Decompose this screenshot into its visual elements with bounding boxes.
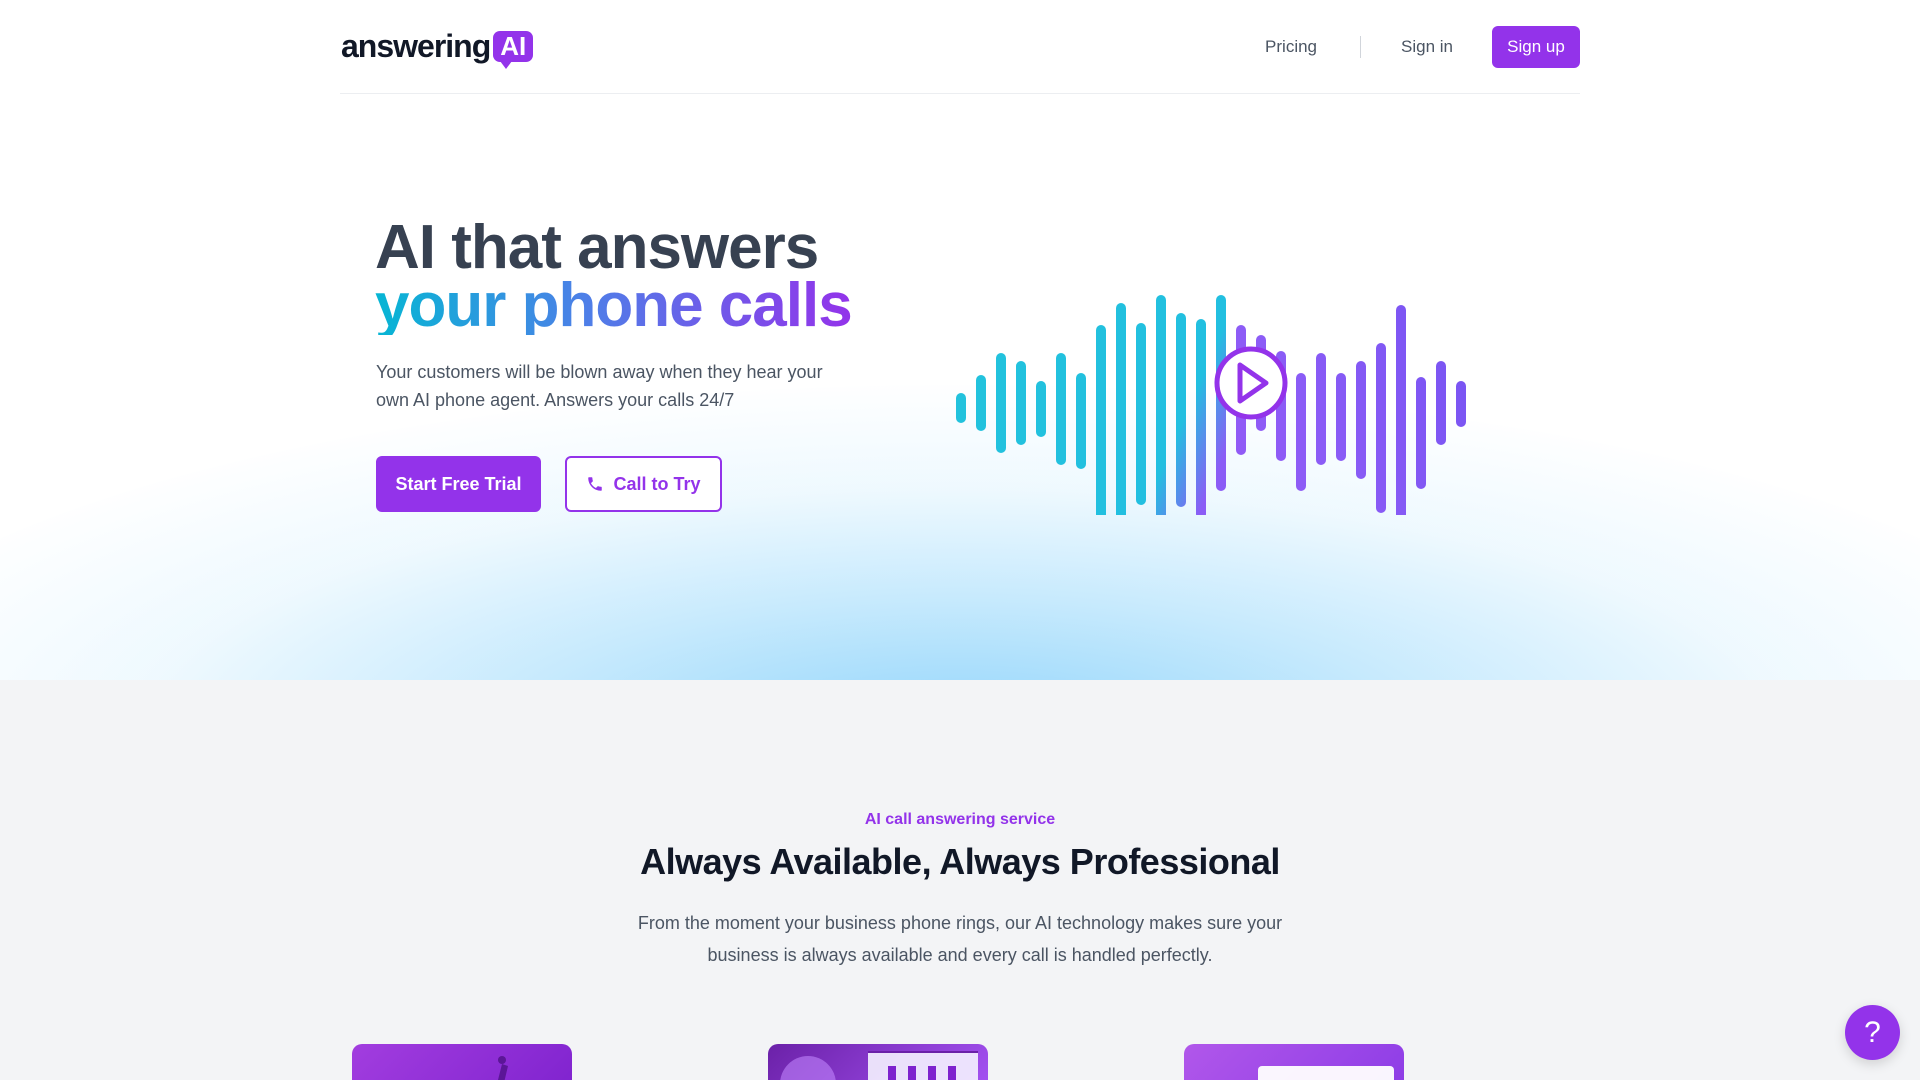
sign-in-link[interactable]: Sign in [1401, 37, 1453, 57]
waveform-bar [1416, 377, 1426, 489]
hero-title-line2: your phone calls [375, 271, 853, 340]
logo-wordmark: answering [341, 28, 491, 64]
call-to-try-label: Call to Try [613, 473, 701, 494]
waveform-bars [956, 295, 1466, 515]
waveform-bar [1396, 305, 1406, 515]
waveform-bar [1036, 381, 1046, 437]
waveform-bar [1336, 373, 1346, 461]
section-eyebrow: AI call answering service [864, 811, 1056, 828]
call-to-try-button[interactable]: Call to Try [565, 456, 722, 512]
card-illustration [1258, 1066, 1394, 1080]
waveform-bar [1456, 381, 1466, 427]
card-illustration [780, 1051, 978, 1080]
play-button[interactable] [1214, 346, 1288, 420]
start-free-trial-button[interactable]: Start Free Trial [376, 456, 541, 512]
waveform-bar [1016, 361, 1026, 445]
waveform-bar [1296, 373, 1306, 491]
hero-title-line1: AI that answers [375, 213, 819, 282]
waveform-bar [1136, 323, 1146, 505]
waveform-bar [1076, 373, 1086, 469]
help-icon: ? [1864, 1015, 1881, 1049]
waveform-bar [1316, 353, 1326, 465]
feature-card-image [352, 1044, 572, 1080]
waveform-bar [1096, 325, 1106, 515]
audio-waveform[interactable] [955, 255, 1555, 515]
waveform-bar [976, 375, 986, 431]
waveform-bar [1376, 343, 1386, 513]
waveform-bar [1436, 361, 1446, 445]
feature-card-image [1184, 1044, 1404, 1080]
hero-title: AI that answers your phone calls [375, 213, 853, 340]
waveform-bar [1156, 295, 1166, 515]
phone-icon [588, 477, 603, 491]
waveform-bar [1196, 319, 1206, 515]
waveform-bar [1356, 361, 1366, 479]
features-section: AI call answering service Always Availab… [0, 680, 1920, 1080]
waveform-bar [1176, 313, 1186, 507]
feature-card-image [768, 1044, 988, 1080]
sign-up-button[interactable]: Sign up [1492, 26, 1580, 68]
section-title: Always Available, Always Professional [640, 841, 1280, 882]
waveform-bar [956, 393, 966, 423]
waveform-bar [996, 353, 1006, 453]
top-nav: Pricing Sign in Sign up [1265, 26, 1580, 68]
hero-subtitle: Your customers will be blown away when t… [376, 362, 823, 410]
card-illustration [498, 1056, 508, 1080]
section-subtitle: From the moment your business phone ring… [637, 913, 1283, 965]
help-button[interactable]: ? [1845, 1005, 1900, 1060]
logo[interactable]: answering AI [341, 26, 534, 69]
waveform-bar [1116, 303, 1126, 515]
nav-pricing-link[interactable]: Pricing [1265, 37, 1317, 57]
nav-divider [1360, 36, 1362, 58]
waveform-bar [1056, 353, 1066, 465]
logo-badge: AI [493, 30, 534, 69]
hero-section: AI that answers your phone calls Your cu… [0, 95, 1920, 680]
site-header: answering AI Pricing Sign in Sign up [340, 0, 1580, 94]
